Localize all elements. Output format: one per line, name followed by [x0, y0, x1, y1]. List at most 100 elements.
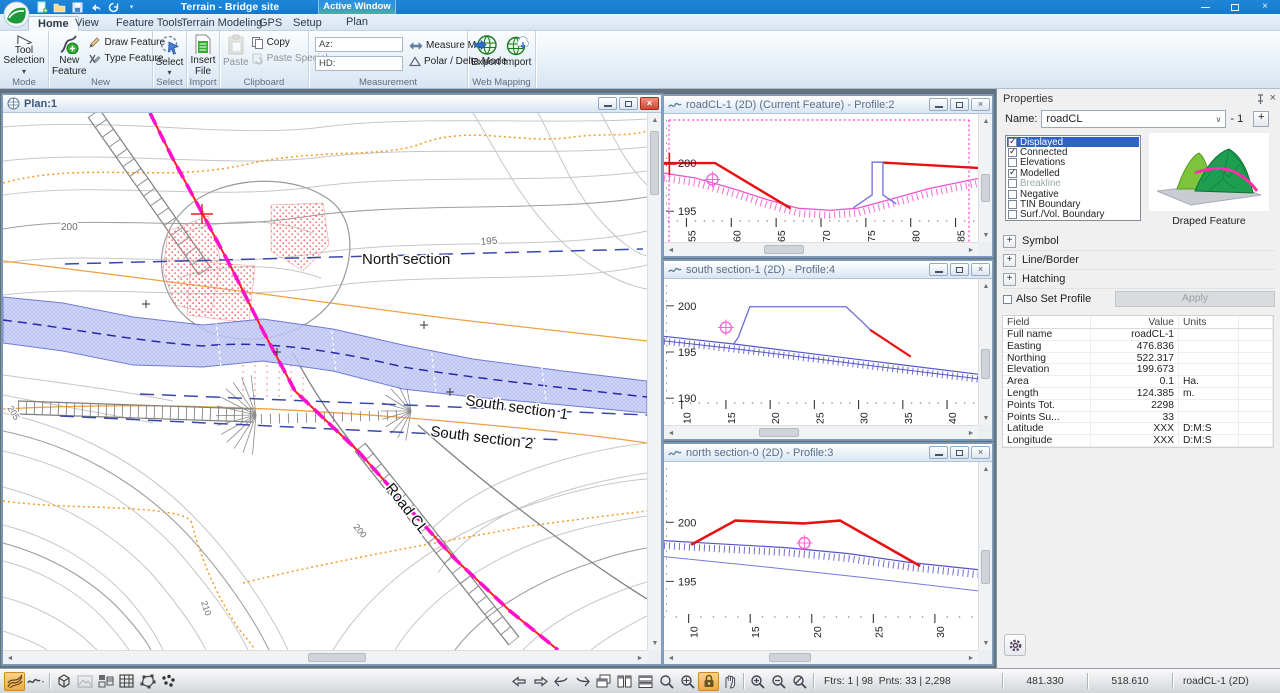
profile4-vscroll[interactable]: ▲▼	[978, 279, 992, 425]
zoom-out-icon[interactable]	[768, 672, 789, 691]
add-feature-button[interactable]: +	[1253, 111, 1269, 127]
restore-window-button[interactable]	[1220, 0, 1250, 14]
profile4-maximize-button[interactable]	[950, 263, 969, 276]
svg-text:30: 30	[935, 626, 947, 638]
flag-surf-vol-boundary[interactable]: Surf./Vol. Boundary	[1007, 210, 1139, 220]
profile4-hscroll[interactable]: ◄►	[664, 425, 978, 439]
properties-close-button[interactable]: ×	[1270, 93, 1276, 104]
profile3-maximize-button[interactable]	[950, 446, 969, 459]
flag-displayed[interactable]: Displayed	[1007, 137, 1139, 147]
cascade-windows-icon[interactable]	[593, 672, 614, 691]
zoom-lock-icon[interactable]	[698, 672, 719, 691]
new-file-icon[interactable]	[34, 1, 49, 13]
app-logo-icon[interactable]	[3, 1, 30, 28]
plan-maximize-button[interactable]	[619, 97, 638, 110]
flag-breakline[interactable]: Breakline	[1007, 179, 1139, 189]
ribbon-group-mode: Tool Selection ▾ Mode	[0, 31, 49, 88]
svg-text:15: 15	[750, 626, 762, 638]
feature-flags-listbox[interactable]: DisplayedConnectedElevationsModelledBrea…	[1005, 135, 1141, 221]
open-folder-icon[interactable]	[52, 1, 67, 13]
view-3d-icon[interactable]	[53, 672, 74, 691]
horizontal-distance-field[interactable]: HD:	[315, 56, 403, 71]
pan-right-icon[interactable]	[530, 672, 551, 691]
save-icon[interactable]	[70, 1, 85, 13]
tool-selection-button[interactable]: Tool Selection ▾	[3, 33, 45, 77]
minimize-window-button[interactable]	[1190, 0, 1220, 14]
redo-icon[interactable]	[106, 1, 121, 13]
plan-vertical-scrollbar[interactable]: ▲ ▼	[647, 113, 661, 650]
scroll-down-arrow[interactable]: ▼	[648, 636, 662, 650]
profile3-close-button[interactable]: ×	[971, 446, 990, 459]
undo-icon[interactable]	[88, 1, 103, 13]
web-export-button[interactable]: Export	[471, 33, 501, 77]
plan-map-canvas[interactable]: North sectionSouth section 1South sectio…	[3, 113, 647, 650]
tile-horizontal-icon[interactable]	[635, 672, 656, 691]
zoom-feature-icon[interactable]	[677, 672, 698, 691]
draped-feature-preview	[1149, 133, 1269, 211]
paste-button[interactable]: Paste	[223, 33, 249, 77]
zoom-in-icon[interactable]	[747, 672, 768, 691]
scroll-up-arrow[interactable]: ▲	[648, 113, 662, 127]
web-import-button[interactable]: Import	[503, 33, 533, 77]
view-next-icon[interactable]	[572, 672, 593, 691]
plan-minimize-button[interactable]	[598, 97, 617, 110]
tab-view[interactable]: View	[66, 16, 108, 31]
profile2-vscroll[interactable]: ▲▼	[978, 114, 992, 242]
profile-tool-icon[interactable]	[25, 672, 46, 691]
also-set-profile-checkbox[interactable]	[1003, 295, 1012, 304]
points-tool-icon[interactable]	[158, 672, 179, 691]
view-previous-icon[interactable]	[551, 672, 572, 691]
zoom-window-icon[interactable]	[656, 672, 677, 691]
flag-elevations[interactable]: Elevations	[1007, 158, 1139, 168]
expander-line-border[interactable]: +Line/Border	[1003, 251, 1275, 270]
expander-symbol[interactable]: +Symbol	[1003, 232, 1275, 251]
azimuth-field[interactable]: Az:	[315, 37, 403, 52]
flag-negative[interactable]: Negative	[1007, 189, 1139, 199]
new-feature-button[interactable]: New Feature	[52, 33, 86, 77]
contours-tool-icon[interactable]	[4, 672, 25, 691]
svg-text:30: 30	[859, 412, 871, 424]
svg-text:40: 40	[947, 412, 959, 424]
profile2-hscroll[interactable]: ◄►	[664, 242, 978, 256]
profile3-titlebar[interactable]: north section-0 (2D) - Profile:3 ×	[664, 444, 992, 462]
profile3-minimize-button[interactable]	[929, 446, 948, 459]
profile3-vscroll[interactable]: ▲▼	[978, 462, 992, 650]
apply-button[interactable]: Apply	[1115, 291, 1275, 307]
profile2-close-button[interactable]: ×	[971, 98, 990, 111]
pan-hand-icon[interactable]	[719, 672, 740, 691]
profile4-minimize-button[interactable]	[929, 263, 948, 276]
plan-horizontal-scrollbar[interactable]: ◄ ►	[3, 650, 647, 664]
insert-file-button[interactable]: Insert File	[190, 33, 216, 77]
profile4-chart[interactable]: 20019519010152025303540	[664, 279, 978, 425]
pan-left-icon[interactable]	[509, 672, 530, 691]
tile-vertical-icon[interactable]	[614, 672, 635, 691]
profile2-minimize-button[interactable]	[929, 98, 948, 111]
window-tab-plan[interactable]: Plan	[318, 16, 396, 28]
profile3-chart[interactable]: 2001951015202530	[664, 462, 978, 650]
settings-gear-button[interactable]	[1004, 634, 1026, 656]
scroll-left-arrow[interactable]: ◄	[3, 651, 17, 665]
profile2-titlebar[interactable]: roadCL-1 (2D) (Current Feature) - Profil…	[664, 96, 992, 114]
zoom-cancel-icon[interactable]	[789, 672, 810, 691]
flag-tin-boundary[interactable]: TIN Boundary	[1007, 199, 1139, 209]
profile4-close-button[interactable]: ×	[971, 263, 990, 276]
expander-hatching[interactable]: +Hatching	[1003, 270, 1275, 289]
flag-modelled[interactable]: Modelled	[1007, 168, 1139, 178]
polygon-tool-icon[interactable]	[137, 672, 158, 691]
profile3-hscroll[interactable]: ◄►	[664, 650, 978, 664]
scroll-right-arrow[interactable]: ►	[633, 651, 647, 665]
image-view-icon[interactable]	[74, 672, 95, 691]
select-button[interactable]: Select ▾	[156, 33, 183, 77]
combobox-dropdown-icon[interactable]: ∨	[1216, 115, 1222, 124]
feature-name-combobox[interactable]: roadCL ∨	[1041, 110, 1226, 128]
profile2-chart[interactable]: 20019555606570758085	[664, 114, 978, 242]
flag-connected[interactable]: Connected	[1007, 147, 1139, 157]
close-window-button[interactable]: ×	[1250, 0, 1280, 14]
layout-windows-icon[interactable]	[95, 672, 116, 691]
grid-table-icon[interactable]	[116, 672, 137, 691]
plan-close-button[interactable]: ×	[640, 97, 659, 110]
plan-window-titlebar[interactable]: Plan:1 ×	[3, 95, 661, 113]
pin-icon[interactable]	[1256, 94, 1265, 104]
profile4-titlebar[interactable]: south section-1 (2D) - Profile:4 ×	[664, 261, 992, 279]
profile2-maximize-button[interactable]	[950, 98, 969, 111]
